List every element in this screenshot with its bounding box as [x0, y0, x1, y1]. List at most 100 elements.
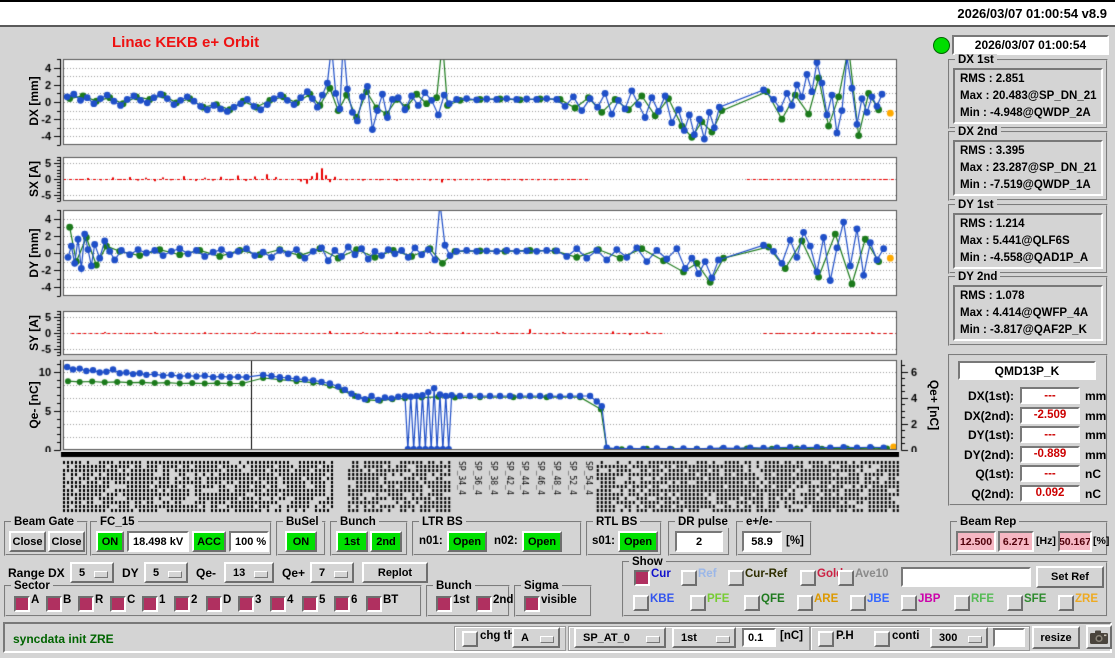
beam-gate-close-1-button[interactable]: Close	[9, 531, 46, 552]
monitor-row-label: Q(2nd):	[971, 486, 1014, 501]
count-dropdown[interactable]: 300	[930, 627, 988, 648]
fc15-legend: FC_15	[97, 516, 138, 528]
dx-plot-canvas[interactable]	[23, 57, 943, 147]
fc15-acc-button[interactable]: ACC	[192, 531, 226, 552]
stat-line: Max : 5.441@QLF6S	[960, 235, 1070, 247]
show-checkbox-KBE[interactable]	[633, 595, 649, 611]
rtl-s01-label: s01:	[592, 535, 616, 547]
range-dy-dropdown[interactable]: 5	[144, 562, 188, 583]
screenshot-button[interactable]	[1086, 625, 1112, 649]
dy-plot-canvas[interactable]	[23, 208, 943, 298]
show-checkbox-PFE[interactable]	[690, 595, 706, 611]
show-label-QFE: QFE	[761, 593, 785, 605]
threshold-field[interactable]: 0.1	[742, 628, 776, 647]
monitor-row-value[interactable]: -0.889	[1020, 445, 1080, 463]
show-label-ZRE: ZRE	[1075, 593, 1098, 605]
sector-checkbox-D[interactable]	[206, 596, 222, 612]
show-label-ARE: ARE	[814, 593, 839, 605]
sector-checkbox-5[interactable]	[302, 596, 318, 612]
sx-plot-canvas[interactable]	[23, 155, 943, 203]
ref-name-input[interactable]	[901, 567, 1031, 587]
sector-label-3: 3	[255, 594, 262, 606]
range-qe-plus-dropdown[interactable]: 7	[310, 562, 354, 583]
bunch-2nd-button[interactable]: 2nd	[370, 531, 402, 552]
show-checkbox-ARE[interactable]	[797, 595, 813, 611]
ph-checkbox[interactable]	[818, 631, 834, 647]
ph-label: P.H	[836, 630, 854, 642]
bunch-legend: Bunch	[337, 516, 379, 528]
camera-icon	[1090, 630, 1108, 644]
monitor-row-value[interactable]: ---	[1020, 387, 1080, 404]
sigma-checkbox-visible[interactable]	[524, 596, 540, 612]
bunch-select-checkbox-2nd[interactable]	[476, 596, 492, 612]
conti-checkbox[interactable]	[874, 631, 890, 647]
show-checkbox-Cur[interactable]	[634, 570, 650, 586]
sector-checkbox-C[interactable]	[110, 596, 126, 612]
busel-group: BuSel ON	[276, 516, 326, 556]
fc15-voltage-field[interactable]: 18.498 kV	[127, 531, 189, 552]
sector-checkbox-BT[interactable]	[366, 596, 382, 612]
stat-group-title: DY 1st	[955, 199, 997, 211]
monitor-row-unit: nC	[1085, 467, 1101, 481]
bunch-select-checkbox-1st[interactable]	[436, 596, 452, 612]
stat-group-dx-1st: DX 1st RMS : 2.851 Max : 20.483@SP_DN_21 Mi…	[948, 54, 1108, 129]
sector-checkbox-A[interactable]	[14, 596, 30, 612]
ltr-n01-label: n01:	[419, 535, 443, 547]
chg-th-checkbox[interactable]	[462, 631, 478, 647]
show-checkbox-JBP[interactable]	[901, 595, 917, 611]
set-ref-button[interactable]: Set Ref	[1036, 566, 1104, 588]
show-checkbox-ZRE[interactable]	[1058, 595, 1074, 611]
bunch-mode-dropdown[interactable]: 1st	[672, 627, 736, 648]
stat-group-title: DY 2nd	[955, 271, 1001, 283]
beam-rep-value-2: 6.271	[998, 531, 1034, 552]
rtl-s01-open-button[interactable]: Open	[618, 531, 658, 552]
ltr-n01-open-button[interactable]: Open	[447, 531, 487, 552]
show-checkbox-SFE[interactable]	[1007, 595, 1023, 611]
ltr-n02-label: n02:	[494, 535, 518, 547]
count-value: 300	[939, 631, 958, 644]
show-checkbox-JBE[interactable]	[850, 595, 866, 611]
sector-checkbox-1[interactable]	[142, 596, 158, 612]
ratio-field[interactable]: 58.9	[742, 531, 782, 552]
sector-checkbox-3[interactable]	[238, 596, 254, 612]
bpm-select-dropdown[interactable]: SP_AT_0	[574, 627, 666, 648]
range-qep-label: Qe+	[282, 566, 306, 580]
charge-plot-canvas[interactable]	[23, 358, 943, 452]
show-checkbox-QFE[interactable]	[744, 595, 760, 611]
show-checkbox-RFE[interactable]	[954, 595, 970, 611]
sector-checkbox-6[interactable]	[334, 596, 350, 612]
range-dx-dropdown[interactable]: 5	[70, 562, 114, 583]
bpm-name-field[interactable]: QMD13P_K	[958, 361, 1096, 380]
beam-gate-close-2-button[interactable]: Close	[48, 531, 85, 552]
free-input[interactable]	[993, 628, 1025, 647]
monitor-row-value[interactable]: -2.509	[1020, 406, 1080, 424]
bunch-mode-value: 1st	[681, 631, 697, 644]
range-qe-minus-dropdown[interactable]: 13	[224, 562, 274, 583]
sector-checkbox-4[interactable]	[270, 596, 286, 612]
sector-checkbox-B[interactable]	[46, 596, 62, 612]
show-checkbox-Gold[interactable]	[800, 570, 816, 586]
monitor-row-unit: mm	[1085, 447, 1107, 462]
monitor-row-value[interactable]: 0.092	[1020, 484, 1080, 502]
fc15-duty-field[interactable]: 100 %	[229, 531, 269, 552]
monitor-row-value[interactable]: ---	[1020, 426, 1080, 443]
dr-pulse-field[interactable]: 2	[675, 531, 723, 552]
stat-group-title: DX 1st	[955, 54, 997, 66]
resize-button[interactable]: resize	[1032, 626, 1080, 649]
show-checkbox-Ave10[interactable]	[838, 570, 854, 586]
bunch-1st-button[interactable]: 1st	[336, 531, 368, 552]
show-checkbox-Cur-Ref[interactable]	[728, 570, 744, 586]
replot-button[interactable]: Replot	[362, 562, 428, 583]
beam-gate-group: Beam Gate Close Close	[4, 516, 88, 556]
dr-pulse-legend: DR pulse	[675, 516, 731, 528]
sector-checkbox-R[interactable]	[78, 596, 94, 612]
ltr-n02-open-button[interactable]: Open	[522, 531, 562, 552]
show-checkbox-Ref[interactable]	[681, 570, 697, 586]
dropdown-indicator	[334, 571, 348, 578]
fc15-on-button[interactable]: ON	[96, 531, 124, 552]
sector-checkbox-2[interactable]	[174, 596, 190, 612]
mode-dropdown[interactable]: A	[512, 627, 560, 648]
busel-on-button[interactable]: ON	[285, 531, 317, 552]
monitor-row-value[interactable]: ---	[1020, 465, 1080, 482]
sy-plot-canvas[interactable]	[23, 309, 943, 357]
